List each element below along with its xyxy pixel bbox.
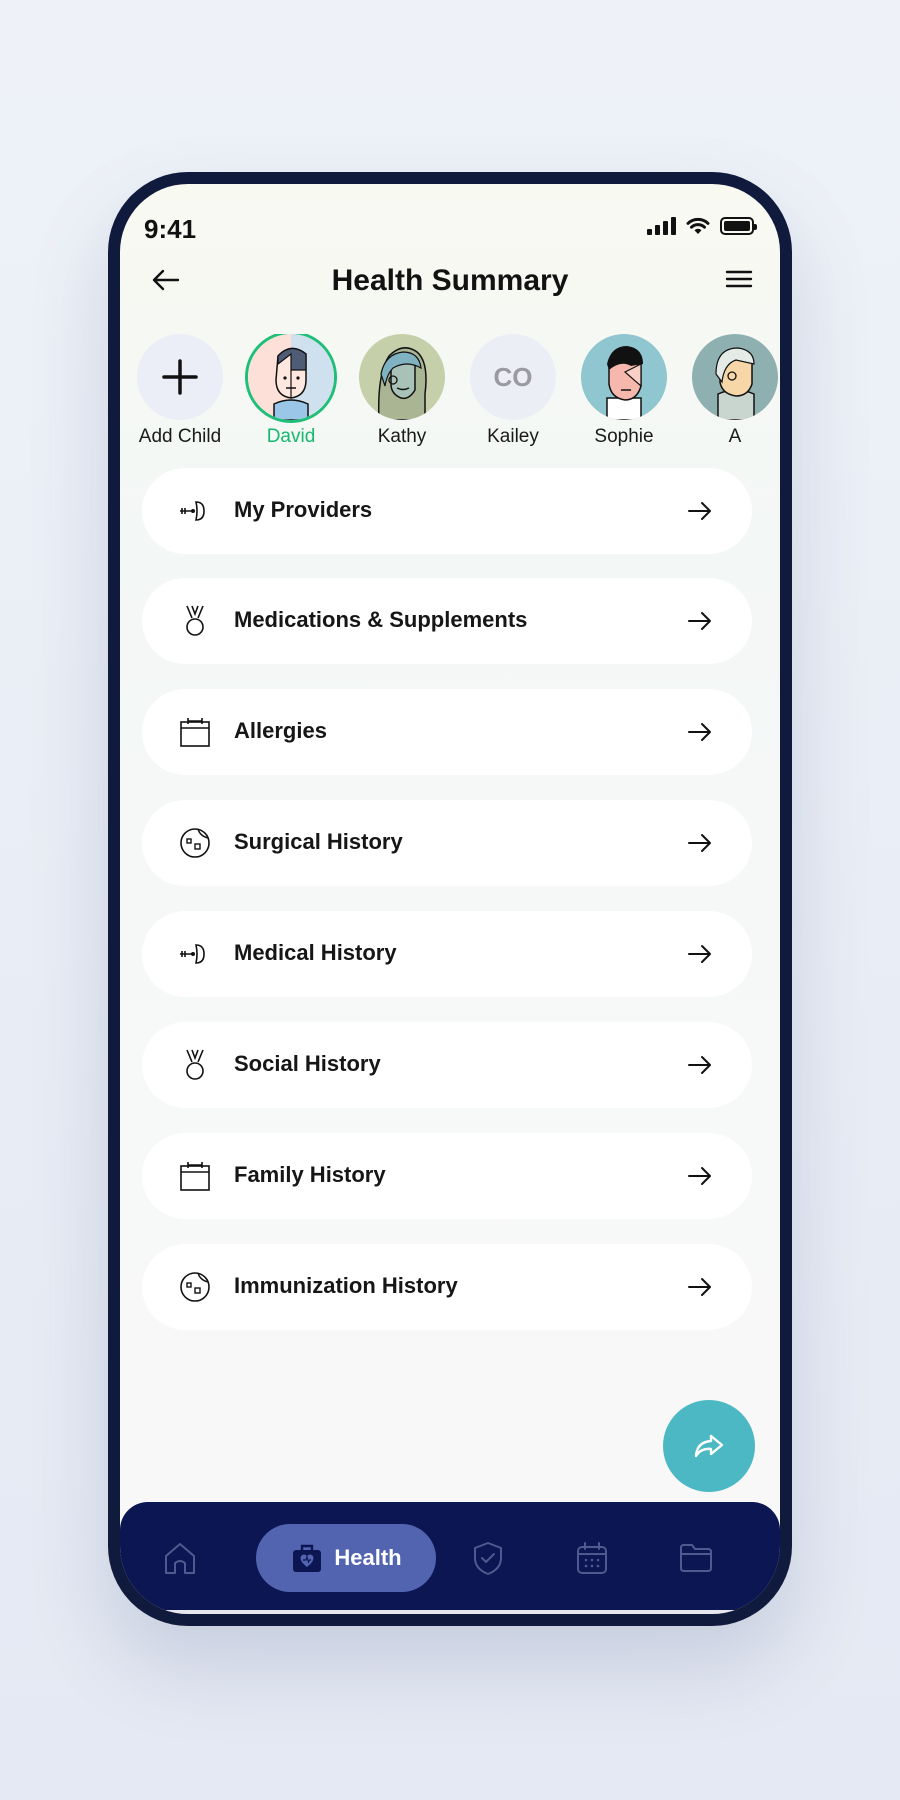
share-icon	[694, 1434, 724, 1458]
avatar	[248, 334, 334, 420]
cell-icon	[180, 828, 210, 858]
arrow-right-icon	[688, 1056, 711, 1074]
status-time: 9:41	[144, 214, 197, 244]
plus-icon	[162, 359, 198, 395]
profile-name: David	[266, 426, 316, 447]
profile-name: A	[728, 426, 742, 447]
bottom-nav: Health	[120, 1502, 780, 1614]
shield-icon[interactable]	[468, 1538, 508, 1578]
stethoscope-icon	[180, 501, 205, 521]
calendar-icon	[180, 1162, 210, 1191]
profile-david[interactable]: David	[236, 334, 346, 448]
arrow-right-icon	[688, 502, 711, 520]
menu-item-family-history[interactable]: Family History	[142, 1133, 752, 1219]
phone-frame: 9:41 Health Summary Add Child David Kath…	[108, 172, 792, 1626]
menu-item-label: Medications & Supplements	[234, 607, 528, 632]
menu-item-allergies[interactable]: Allergies	[142, 689, 752, 775]
menu-item-medical-history[interactable]: Medical History	[142, 911, 752, 997]
portrait-icon	[692, 334, 778, 420]
profile-kailey[interactable]: CO Kailey	[458, 334, 568, 448]
hamburger-menu-icon[interactable]	[724, 264, 754, 294]
menu-item-label: Medical History	[234, 940, 397, 965]
arrow-right-icon	[688, 612, 711, 630]
profile-kathy[interactable]: Kathy	[347, 334, 457, 448]
wifi-icon	[686, 217, 710, 234]
home-icon[interactable]	[160, 1538, 200, 1578]
screen: 9:41 Health Summary Add Child David Kath…	[120, 184, 780, 1614]
stethoscope-icon	[180, 944, 205, 964]
menu-item-label: My Providers	[234, 497, 373, 522]
arrow-right-icon	[688, 945, 711, 963]
profile-carousel[interactable]: Add Child David Kathy CO Kailey Sophie A	[120, 334, 780, 454]
menu-item-label: Allergies	[234, 718, 327, 743]
status-icons	[647, 217, 757, 235]
add-avatar	[137, 334, 223, 420]
menu-item-medications-supplements[interactable]: Medications & Supplements	[142, 578, 752, 664]
profile-name: Kathy	[377, 426, 427, 447]
add-child-button[interactable]: Add Child	[125, 334, 235, 448]
menu-item-my-providers[interactable]: My Providers	[142, 468, 752, 554]
cell-icon	[180, 1272, 210, 1302]
menu-item-social-history[interactable]: Social History	[142, 1022, 752, 1108]
medal-icon	[186, 1049, 204, 1080]
page-title: Health Summary	[331, 264, 569, 297]
avatar-initials: CO	[493, 361, 533, 392]
health-bag-icon	[293, 1544, 322, 1572]
profile-name: Add Child	[138, 426, 222, 447]
arrow-right-icon	[688, 723, 711, 741]
medal-icon	[186, 605, 204, 636]
arrow-right-icon	[688, 834, 711, 852]
menu-item-label: Social History	[234, 1051, 381, 1076]
nav-health-button[interactable]: Health	[256, 1524, 436, 1592]
folder-icon[interactable]	[676, 1538, 716, 1578]
calendar-icon	[180, 718, 210, 747]
david-portrait-icon	[248, 334, 334, 420]
calendar-icon[interactable]	[572, 1538, 612, 1578]
arrow-right-icon	[688, 1278, 711, 1296]
arrow-right-icon	[688, 1167, 711, 1185]
profile-sophie[interactable]: Sophie	[569, 334, 679, 448]
avatar	[692, 334, 778, 420]
profile-name: Sophie	[594, 426, 654, 447]
avatar	[359, 334, 445, 420]
menu-item-label: Immunization History	[234, 1273, 458, 1298]
battery-icon	[720, 217, 757, 235]
home-indicator	[120, 1610, 780, 1614]
menu-item-surgical-history[interactable]: Surgical History	[142, 800, 752, 886]
nav-health-label: Health	[334, 1545, 402, 1570]
avatar	[581, 334, 667, 420]
profile-partial[interactable]: A	[680, 334, 780, 448]
share-fab-button[interactable]	[663, 1400, 755, 1492]
menu-item-label: Family History	[234, 1162, 386, 1187]
sophie-portrait-icon	[581, 334, 667, 420]
menu-item-label: Surgical History	[234, 829, 403, 854]
profile-name: Kailey	[487, 426, 539, 447]
menu-item-immunization-history[interactable]: Immunization History	[142, 1244, 752, 1330]
status-bar: 9:41	[120, 184, 780, 254]
signal-icon	[647, 217, 676, 235]
kathy-portrait-icon	[359, 334, 445, 420]
avatar: CO	[470, 334, 556, 420]
